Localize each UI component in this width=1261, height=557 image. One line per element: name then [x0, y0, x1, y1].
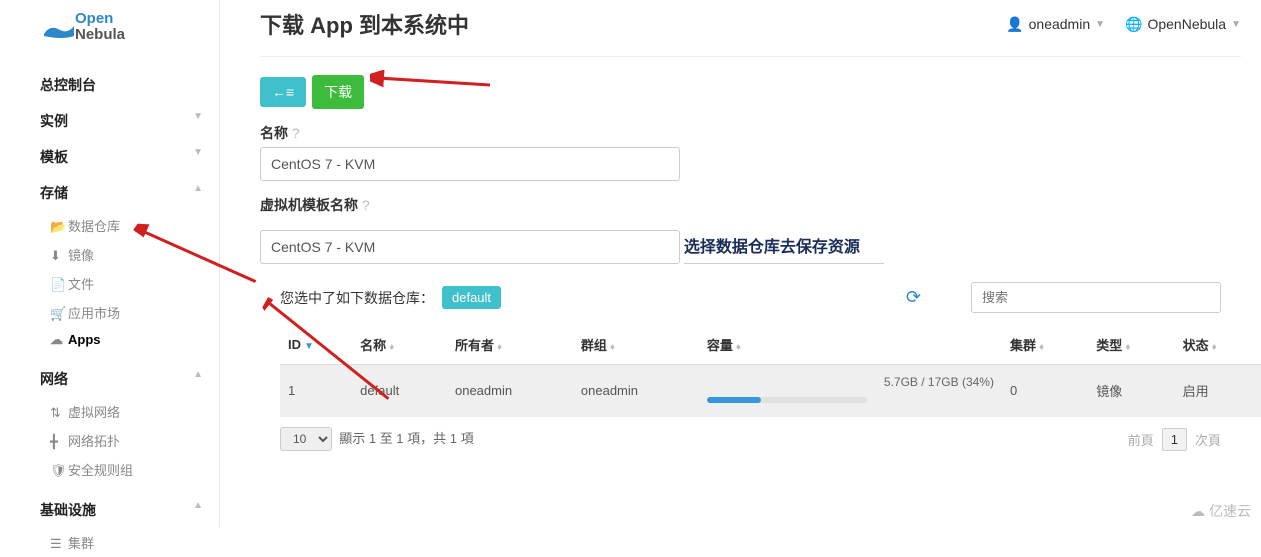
cell-status: 启用 — [1175, 365, 1261, 417]
nav-dashboard[interactable]: 总控制台 — [0, 67, 219, 103]
selection-text: 您选中了如下数据仓库： — [280, 288, 434, 308]
chevron-down-icon: ▼ — [1095, 19, 1105, 30]
cell-id: 1 — [280, 365, 352, 417]
nav-storage[interactable]: 存储▲ — [0, 175, 219, 211]
cell-owner: oneadmin — [447, 365, 573, 417]
capacity-text: 5.7GB / 17GB (34%) — [707, 375, 994, 389]
main: 下载 App 到本系统中 👤oneadmin ▼ 🌐OpenNebula ▼ ←… — [220, 0, 1261, 527]
user-area: 👤oneadmin ▼ 🌐OpenNebula ▼ — [1006, 16, 1241, 33]
progress-bar — [707, 397, 867, 403]
sort-icon: ♦ — [610, 342, 615, 353]
nav-infra[interactable]: 基础设施▲ — [0, 492, 219, 528]
th-status[interactable]: 状态♦ — [1175, 325, 1261, 365]
shield-icon: 🛡 — [50, 463, 68, 479]
tpl-input[interactable] — [260, 230, 680, 264]
datastore-table: ID▼ 名称♦ 所有者♦ 群组♦ 容量♦ 集群♦ 类型♦ 状态♦ 1 defau… — [280, 325, 1261, 417]
nav-vnet[interactable]: ⇅虚拟网络 — [0, 397, 219, 426]
chevron-up-icon: ▲ — [193, 369, 203, 380]
current-page[interactable]: 1 — [1162, 428, 1187, 451]
globe-icon: 🌐 — [1125, 16, 1142, 33]
help-icon[interactable]: ? — [362, 197, 370, 213]
cell-capacity: 5.7GB / 17GB (34%) — [699, 365, 1002, 417]
cloud-icon: ☁ — [1191, 503, 1205, 520]
chevron-down-icon: ▼ — [1231, 19, 1241, 30]
sidebar: Open Nebula 总控制台 实例▼ 模板▼ 存储▲ 📂数据仓库 ⬇镜像 📄… — [0, 0, 220, 527]
file-icon: 📄 — [50, 277, 68, 293]
folder-icon: 📂 — [50, 219, 68, 235]
pager-info: 顯示 1 至 1 項，共 1 項 — [339, 431, 473, 446]
th-cluster[interactable]: 集群♦ — [1002, 325, 1088, 365]
button-row: ←≡ 下载 — [260, 75, 1241, 109]
tpl-label: 虚拟机模板名称 ? — [260, 195, 1241, 215]
selection-tag[interactable]: default — [442, 286, 501, 309]
nav-secgroups[interactable]: 🛡安全规则组 — [0, 455, 219, 484]
nav-templates[interactable]: 模板▼ — [0, 139, 219, 175]
help-icon[interactable]: ? — [292, 125, 300, 141]
watermark: ☁亿速云 — [1191, 501, 1251, 521]
selection-row: 您选中了如下数据仓库： default ⟳ — [280, 282, 1221, 313]
download-icon: ⬇ — [50, 248, 68, 264]
nav: 总控制台 实例▼ 模板▼ 存储▲ 📂数据仓库 ⬇镜像 📄文件 🛒应用市场 ☁Ap… — [0, 57, 219, 557]
nav-topology[interactable]: ╋网络拓扑 — [0, 426, 219, 455]
nav-images[interactable]: ⬇镜像 — [0, 240, 219, 269]
th-type[interactable]: 类型♦ — [1088, 325, 1174, 365]
th-owner[interactable]: 所有者♦ — [447, 325, 573, 365]
sort-icon: ▼ — [304, 341, 314, 352]
page-size-select[interactable]: 10 — [280, 427, 332, 451]
prev-page[interactable]: 前頁 — [1128, 430, 1154, 449]
chevron-up-icon: ▲ — [193, 183, 203, 194]
user-icon: 👤 — [1006, 16, 1023, 33]
section-title: 选择数据仓库去保存资源 — [684, 227, 884, 264]
cell-type: 镜像 — [1088, 365, 1174, 417]
top-row: 下载 App 到本系统中 👤oneadmin ▼ 🌐OpenNebula ▼ — [260, 8, 1241, 40]
selection-left: 您选中了如下数据仓库： default — [280, 286, 501, 309]
sort-icon: ♦ — [389, 342, 394, 353]
cell-cluster: 0 — [1002, 365, 1088, 417]
next-page[interactable]: 次頁 — [1195, 430, 1221, 449]
th-id[interactable]: ID▼ — [280, 325, 352, 365]
logo-bottom: Nebula — [75, 26, 125, 43]
sort-icon: ♦ — [736, 342, 741, 353]
cloud-icon: ☁ — [50, 332, 68, 348]
brand-menu[interactable]: 🌐OpenNebula ▼ — [1125, 16, 1241, 33]
progress-fill — [707, 397, 761, 403]
network-icon: ⇅ — [50, 405, 68, 421]
pager: 前頁 1 次頁 — [1128, 428, 1221, 451]
sort-icon: ♦ — [1125, 342, 1130, 353]
name-label: 名称 ? — [260, 123, 1241, 143]
divider — [260, 56, 1241, 57]
logo-top: Open — [75, 10, 113, 27]
download-button[interactable]: 下载 — [312, 75, 364, 109]
nav-marketplace[interactable]: 🛒应用市场 — [0, 298, 219, 327]
cell-name: default — [352, 365, 447, 417]
page-title: 下载 App 到本系统中 — [260, 8, 469, 40]
th-name[interactable]: 名称♦ — [352, 325, 447, 365]
nav-files[interactable]: 📄文件 — [0, 269, 219, 298]
nav-cluster[interactable]: ☰集群 — [0, 528, 219, 557]
server-icon: ☰ — [50, 536, 68, 552]
chevron-up-icon: ▲ — [193, 500, 203, 511]
topology-icon: ╋ — [50, 434, 68, 450]
chevron-down-icon: ▼ — [193, 111, 203, 122]
nav-network[interactable]: 网络▲ — [0, 361, 219, 397]
refresh-icon[interactable]: ⟳ — [906, 287, 921, 308]
nav-instances[interactable]: 实例▼ — [0, 103, 219, 139]
name-input[interactable] — [260, 147, 680, 181]
chevron-down-icon: ▼ — [193, 147, 203, 158]
cell-group: oneadmin — [573, 365, 699, 417]
sort-icon: ♦ — [1212, 342, 1217, 353]
th-capacity[interactable]: 容量♦ — [699, 325, 1002, 365]
sort-icon: ♦ — [497, 342, 502, 353]
nav-datastores[interactable]: 📂数据仓库 — [0, 211, 219, 240]
search-input[interactable] — [971, 282, 1221, 313]
logo: Open Nebula — [0, 0, 219, 57]
pager-row: 10 顯示 1 至 1 項，共 1 項 前頁 1 次頁 — [260, 417, 1241, 461]
user-menu[interactable]: 👤oneadmin ▼ — [1006, 16, 1105, 33]
table-row[interactable]: 1 default oneadmin oneadmin 5.7GB / 17GB… — [280, 365, 1261, 417]
nav-apps[interactable]: ☁Apps — [0, 327, 219, 353]
back-button[interactable]: ←≡ — [260, 77, 306, 107]
th-group[interactable]: 群组♦ — [573, 325, 699, 365]
cart-icon: 🛒 — [50, 306, 68, 322]
sort-icon: ♦ — [1039, 342, 1044, 353]
